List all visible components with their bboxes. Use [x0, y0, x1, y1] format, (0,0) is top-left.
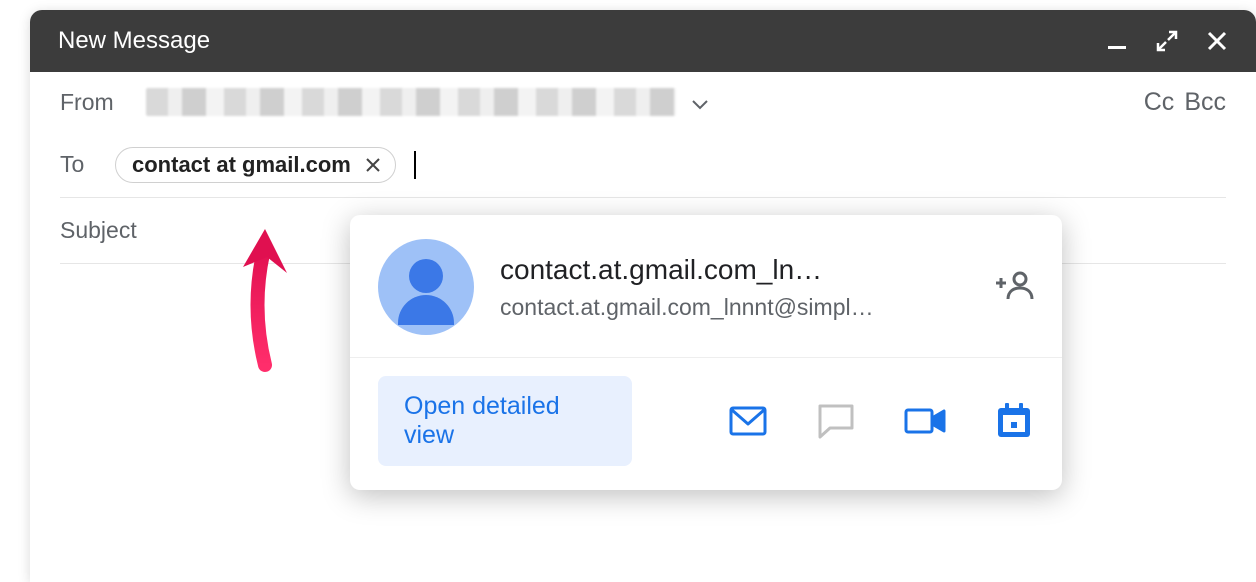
from-address-redacted: [146, 88, 676, 116]
open-detailed-view-button[interactable]: Open detailed view: [378, 376, 632, 466]
cc-bcc-group: Cc Bcc: [1144, 88, 1226, 117]
from-row: From Cc Bcc: [60, 72, 1226, 132]
contact-email: contact.at.gmail.com_lnnnt@simpl…: [500, 294, 970, 321]
to-input-cursor: [414, 151, 416, 179]
window-title: New Message: [58, 27, 1106, 55]
from-label: From: [60, 89, 146, 116]
minimize-icon[interactable]: [1106, 30, 1128, 52]
chat-icon[interactable]: [816, 400, 856, 442]
window-controls: [1106, 30, 1228, 52]
avatar: [378, 239, 474, 335]
titlebar: New Message: [30, 10, 1256, 72]
close-icon[interactable]: [1206, 30, 1228, 52]
video-icon[interactable]: [904, 400, 946, 442]
recipient-chip[interactable]: contact at gmail.com: [115, 147, 396, 183]
from-dropdown-icon[interactable]: [692, 89, 708, 116]
contact-card-header: contact.at.gmail.com_ln… contact.at.gmai…: [350, 215, 1062, 357]
calendar-icon[interactable]: [994, 400, 1034, 442]
to-label: To: [60, 151, 115, 178]
contact-info: contact.at.gmail.com_ln… contact.at.gmai…: [500, 254, 970, 321]
subject-label: Subject: [60, 217, 137, 244]
contact-card: contact.at.gmail.com_ln… contact.at.gmai…: [350, 215, 1062, 490]
compose-window: New Message From: [30, 10, 1256, 582]
from-value[interactable]: [146, 88, 1144, 116]
add-contact-icon[interactable]: [996, 270, 1034, 305]
contact-name: contact.at.gmail.com_ln…: [500, 254, 970, 286]
cc-link[interactable]: Cc: [1144, 88, 1175, 117]
remove-recipient-icon[interactable]: [361, 153, 385, 177]
email-icon[interactable]: [728, 400, 768, 442]
recipient-chip-text: contact at gmail.com: [132, 152, 351, 178]
expand-icon[interactable]: [1156, 30, 1178, 52]
bcc-link[interactable]: Bcc: [1184, 88, 1226, 117]
contact-card-actions: Open detailed view: [350, 358, 1062, 490]
to-row[interactable]: To contact at gmail.com: [60, 132, 1226, 198]
